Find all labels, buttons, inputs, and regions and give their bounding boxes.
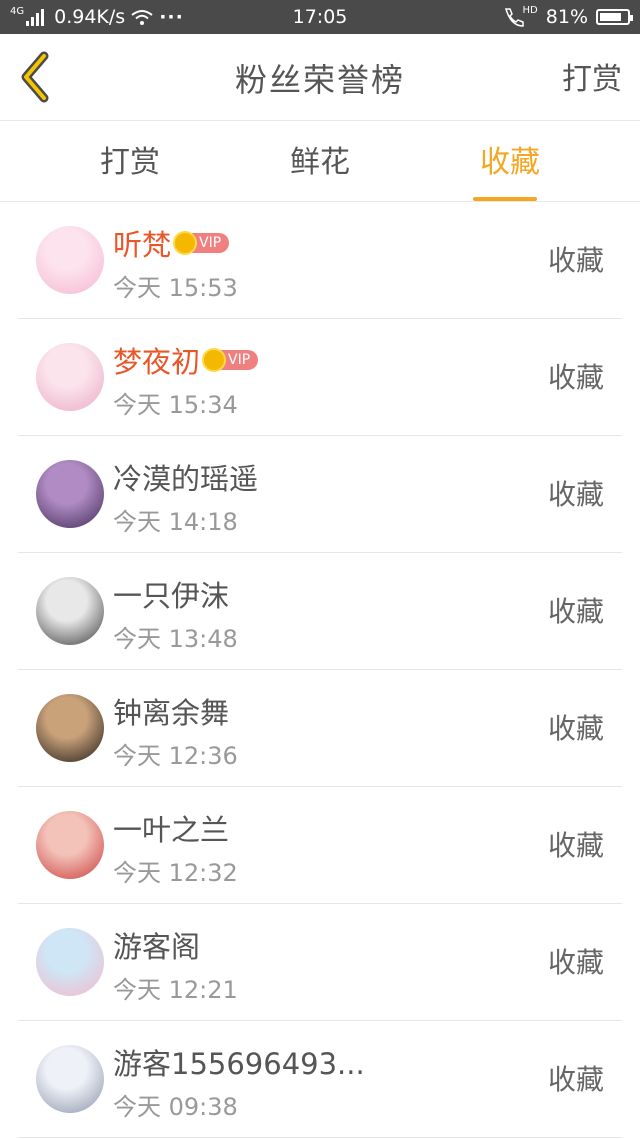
action-label: 收藏 xyxy=(547,595,604,628)
avatar[interactable] xyxy=(36,226,104,294)
user-name-text: 游客155696493... xyxy=(113,1047,365,1081)
page-title: 粉丝荣誉榜 xyxy=(234,61,405,99)
avatar[interactable] xyxy=(36,694,104,762)
timestamp: 今天 12:36 xyxy=(113,742,238,770)
list-item[interactable]: 游客155696493... 今天 09:38 收藏 xyxy=(18,1021,622,1138)
timestamp: 今天 15:53 xyxy=(113,274,238,302)
crown-icon xyxy=(173,231,198,255)
user-name-text: 游客阁 xyxy=(113,930,201,964)
crown-icon xyxy=(202,348,227,372)
timestamp: 今天 09:38 xyxy=(113,1093,238,1121)
timestamp: 今天 14:18 xyxy=(113,508,238,536)
phone-hd-icon xyxy=(504,8,524,27)
user-name: 梦夜初 VIP xyxy=(113,339,259,381)
action-label: 收藏 xyxy=(547,244,604,277)
status-right: HD 81% xyxy=(503,0,633,34)
action-label: 收藏 xyxy=(547,361,604,394)
avatar[interactable] xyxy=(36,460,104,528)
user-name: 钟离余舞 xyxy=(113,690,229,732)
tab-favorites[interactable]: 收藏 xyxy=(450,121,570,205)
reward-button[interactable]: 打赏 xyxy=(562,34,622,126)
list-item[interactable]: 一只伊沫今天 13:48 收藏 xyxy=(18,553,622,670)
user-name-text: 听梵 xyxy=(113,228,172,262)
list-item[interactable]: 听梵 VIP 今天 15:53 收藏 xyxy=(18,202,622,319)
list-item[interactable]: 游客阁今天 12:21 收藏 xyxy=(18,904,622,1021)
tab-flowers[interactable]: 鲜花 xyxy=(260,121,380,205)
user-name: 一只伊沫 xyxy=(113,573,229,615)
user-name: 冷漠的瑶遥 xyxy=(113,456,258,498)
battery-percent: 81% xyxy=(545,6,588,28)
avatar[interactable] xyxy=(36,343,104,411)
vip-badge: VIP xyxy=(202,348,259,372)
user-name-text: 钟离余舞 xyxy=(113,696,230,730)
avatar[interactable] xyxy=(36,577,104,645)
tab-label: 打赏 xyxy=(100,145,160,180)
avatar[interactable] xyxy=(36,928,104,996)
list-item[interactable]: 冷漠的瑶遥今天 14:18 收藏 xyxy=(18,436,622,553)
list-item[interactable]: 梦夜初 VIP 今天 15:34 收藏 xyxy=(18,319,622,436)
fan-list: 听梵 VIP 今天 15:53 收藏 梦夜初 VIP 今天 15:34 收藏 冷漠的瑶遥 今天 1… xyxy=(18,202,622,1138)
nav-bar: 粉丝荣誉榜 打赏 xyxy=(0,34,640,121)
tab-label: 收藏 xyxy=(480,145,540,180)
user-name: 游客155696493... xyxy=(113,1041,365,1083)
status-bar: 4G 0.94K/s ··· 17:05 HD 81% xyxy=(0,0,640,34)
action-label: 收藏 xyxy=(547,829,604,862)
avatar[interactable] xyxy=(36,811,104,879)
hd-label: HD xyxy=(522,5,538,16)
user-name: 一叶之兰 xyxy=(113,807,229,849)
action-label: 收藏 xyxy=(547,1063,604,1096)
list-item[interactable]: 钟离余舞今天 12:36 收藏 xyxy=(18,670,622,787)
user-name-text: 梦夜初 xyxy=(113,345,201,379)
user-name-text: 一只伊沫 xyxy=(113,579,230,613)
timestamp: 今天 13:48 xyxy=(113,625,238,653)
vip-badge: VIP xyxy=(173,231,230,255)
user-name-text: 一叶之兰 xyxy=(113,813,230,847)
active-tab-indicator xyxy=(473,197,537,201)
action-label: 收藏 xyxy=(547,478,604,511)
timestamp: 今天 12:32 xyxy=(113,859,238,887)
action-label: 收藏 xyxy=(547,946,604,979)
user-name: 听梵 VIP xyxy=(113,222,230,264)
timestamp: 今天 12:21 xyxy=(113,976,238,1004)
tab-bar: 打赏 鲜花 收藏 xyxy=(0,121,640,202)
user-name-text: 冷漠的瑶遥 xyxy=(113,462,259,496)
timestamp: 今天 15:34 xyxy=(113,391,238,419)
tab-reward[interactable]: 打赏 xyxy=(70,121,190,205)
tab-label: 鲜花 xyxy=(290,145,350,180)
list-item[interactable]: 一叶之兰今天 12:32 收藏 xyxy=(18,787,622,904)
battery-icon xyxy=(596,9,633,25)
battery-fill xyxy=(600,13,622,21)
user-name: 游客阁 xyxy=(113,924,200,966)
avatar[interactable] xyxy=(36,1045,104,1113)
action-label: 收藏 xyxy=(547,712,604,745)
